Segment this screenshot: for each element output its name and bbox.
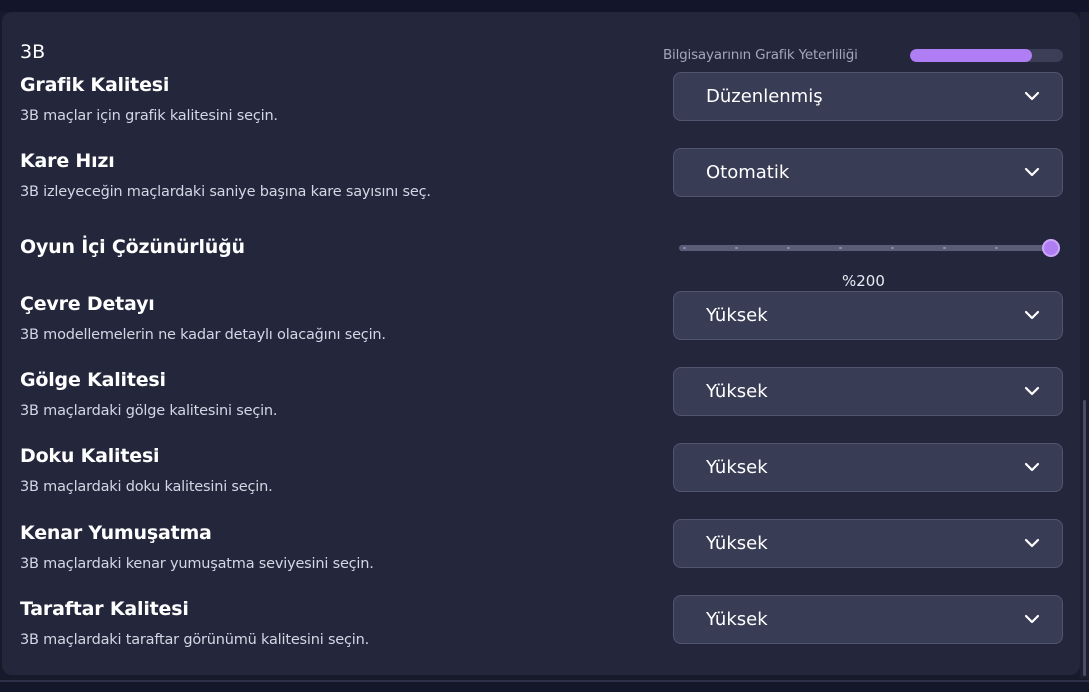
graphics-settings-panel: 3B Bilgisayarının Grafik Yeterliliği Gra… — [2, 12, 1080, 675]
shadow-quality-value: Yüksek — [706, 381, 768, 402]
slider-tick — [995, 247, 998, 249]
gpu-capability-label: Bilgisayarının Grafik Yeterliliği — [663, 47, 858, 63]
crowd-quality-value: Yüksek — [706, 609, 768, 630]
environment-detail-value: Yüksek — [706, 305, 768, 326]
chevron-down-icon — [1024, 167, 1040, 177]
scrollbar-thumb[interactable] — [1083, 400, 1086, 676]
anti-aliasing-desc: 3B maçlardaki kenar yumuşatma seviyesini… — [20, 556, 374, 572]
frame-rate-desc: 3B izleyeceğin maçlardaki saniye başına … — [20, 184, 431, 200]
gpu-capability-bar — [910, 49, 1063, 62]
resolution-value: %200 — [842, 272, 885, 290]
frame-rate-title: Kare Hızı — [20, 150, 115, 172]
texture-quality-dropdown[interactable]: Yüksek — [673, 443, 1063, 492]
anti-aliasing-value: Yüksek — [706, 533, 768, 554]
chevron-down-icon — [1024, 91, 1040, 101]
slider-tick — [943, 247, 946, 249]
section-title: 3B — [20, 41, 46, 63]
slider-tick — [735, 247, 738, 249]
frame-rate-dropdown[interactable]: Otomatik — [673, 148, 1063, 197]
chevron-down-icon — [1024, 386, 1040, 396]
environment-detail-desc: 3B modellemelerin ne kadar detaylı olaca… — [20, 327, 386, 343]
chevron-down-icon — [1024, 614, 1040, 624]
slider-tick — [891, 247, 894, 249]
graphics-quality-dropdown[interactable]: Düzenlenmiş — [673, 72, 1063, 121]
chevron-down-icon — [1024, 310, 1040, 320]
chevron-down-icon — [1024, 462, 1040, 472]
gpu-capability-fill — [910, 49, 1033, 62]
environment-detail-title: Çevre Detayı — [20, 293, 155, 315]
crowd-quality-title: Taraftar Kalitesi — [20, 598, 189, 620]
graphics-quality-title: Grafik Kalitesi — [20, 74, 170, 96]
slider-tick — [787, 247, 790, 249]
resolution-slider-thumb[interactable] — [1042, 239, 1060, 257]
shadow-quality-title: Gölge Kalitesi — [20, 369, 166, 391]
slider-tick — [683, 247, 686, 249]
environment-detail-dropdown[interactable]: Yüksek — [673, 291, 1063, 340]
anti-aliasing-dropdown[interactable]: Yüksek — [673, 519, 1063, 568]
crowd-quality-dropdown[interactable]: Yüksek — [673, 595, 1063, 644]
texture-quality-title: Doku Kalitesi — [20, 445, 160, 467]
resolution-slider[interactable] — [679, 239, 1060, 257]
shadow-quality-desc: 3B maçlardaki gölge kalitesini seçin. — [20, 403, 278, 419]
texture-quality-desc: 3B maçlardaki doku kalitesini seçin. — [20, 479, 273, 495]
chevron-down-icon — [1024, 538, 1040, 548]
top-strip — [0, 0, 1089, 12]
graphics-quality-value: Düzenlenmiş — [706, 86, 823, 107]
shadow-quality-dropdown[interactable]: Yüksek — [673, 367, 1063, 416]
resolution-title: Oyun İçi Çözünürlüğü — [20, 236, 245, 258]
slider-tick — [839, 247, 842, 249]
bottom-strip — [0, 680, 1089, 692]
graphics-quality-desc: 3B maçlar için grafik kalitesini seçin. — [20, 108, 278, 124]
frame-rate-value: Otomatik — [706, 162, 790, 183]
anti-aliasing-title: Kenar Yumuşatma — [20, 522, 212, 544]
crowd-quality-desc: 3B maçlardaki taraftar görünümü kalitesi… — [20, 632, 370, 648]
texture-quality-value: Yüksek — [706, 457, 768, 478]
